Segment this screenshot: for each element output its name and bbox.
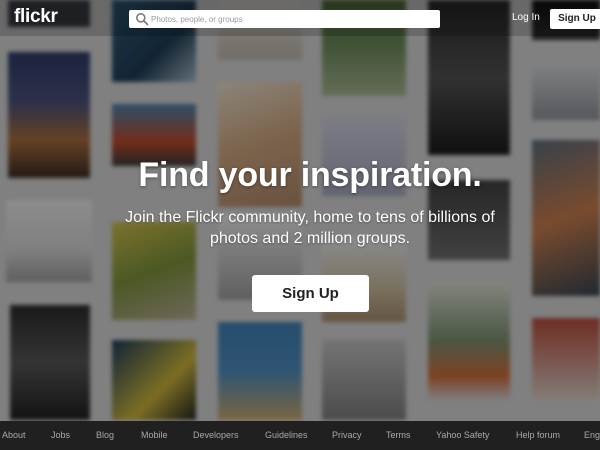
sign-up-button-header[interactable]: Sign Up — [550, 9, 600, 29]
search-box[interactable] — [129, 10, 440, 28]
hero-subtitle: Join the Flickr community, home to tens … — [125, 209, 495, 247]
footer-link-privacy[interactable]: Privacy — [332, 430, 362, 440]
hero-title: Find your inspiration. — [138, 156, 482, 194]
footer-link-help-forum[interactable]: Help forum — [516, 430, 560, 440]
footer-links-bar: About Jobs Blog Mobile Developers Guidel… — [0, 421, 600, 450]
footer-link-jobs[interactable]: Jobs — [51, 430, 70, 440]
search-input[interactable] — [151, 10, 435, 28]
footer-link-yahoo-safety[interactable]: Yahoo Safety — [436, 430, 489, 440]
top-navigation-bar: flickr Log In Sign Up — [0, 0, 600, 36]
footer-link-mobile[interactable]: Mobile — [141, 430, 168, 440]
flickr-logo[interactable]: flickr — [14, 6, 58, 28]
footer-link-terms[interactable]: Terms — [386, 430, 411, 440]
footer-link-about[interactable]: About — [2, 430, 26, 440]
footer-link-blog[interactable]: Blog — [96, 430, 114, 440]
footer-link-developers[interactable]: Developers — [193, 430, 239, 440]
log-in-link[interactable]: Log In — [512, 12, 540, 23]
footer-link-guidelines[interactable]: Guidelines — [265, 430, 308, 440]
footer-link-language[interactable]: Eng — [584, 430, 600, 440]
sign-up-button-hero[interactable]: Sign Up — [252, 275, 369, 312]
search-icon — [136, 13, 149, 26]
